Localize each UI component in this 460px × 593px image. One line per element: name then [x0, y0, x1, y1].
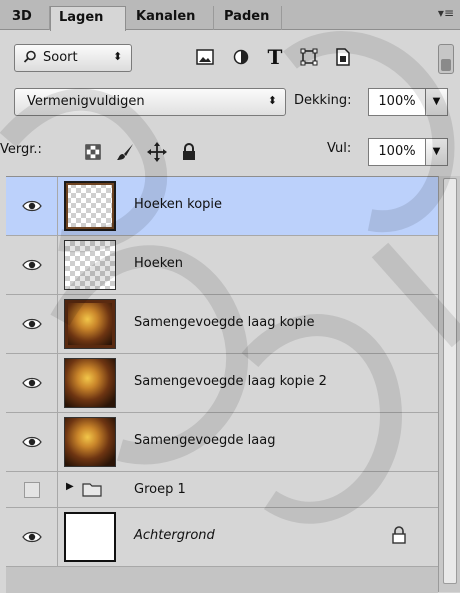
panel-tab-bar: 3D Lagen Kanalen Paden ▾≡	[0, 0, 460, 31]
layer-group-row[interactable]: ▶ Groep 1	[6, 472, 438, 508]
layer-row[interactable]: Hoeken	[6, 236, 438, 295]
eye-icon[interactable]	[6, 508, 58, 566]
lock-label: Vergr.:	[0, 142, 42, 157]
select-arrows-icon: ⬍	[267, 94, 277, 107]
layer-name[interactable]: Achtergrond	[134, 528, 215, 543]
folder-icon	[82, 482, 102, 501]
layer-name[interactable]: Samengevoegde laag kopie 2	[134, 374, 327, 389]
fill-label: Vul:	[327, 141, 352, 156]
layer-row[interactable]: Samengevoegde laag	[6, 413, 438, 472]
eye-icon[interactable]	[6, 354, 58, 412]
fill-dropdown-button[interactable]: ▼	[426, 138, 448, 166]
visibility-toggle[interactable]	[6, 472, 58, 507]
adjustment-filter-icon[interactable]	[228, 43, 254, 71]
panel-menu-icon[interactable]: ▾≡	[438, 6, 454, 20]
lock-bar: Vergr.: Vul: 100% ▼	[0, 130, 460, 170]
layer-name[interactable]: Samengevoegde laag kopie	[134, 315, 314, 330]
layer-row[interactable]: Samengevoegde laag kopie	[6, 295, 438, 354]
layer-thumbnail[interactable]	[64, 512, 116, 562]
filter-kind-label: Soort	[43, 50, 78, 65]
fill-input[interactable]: 100%	[368, 138, 426, 166]
empty-visibility-box	[23, 481, 40, 498]
blend-mode-value: Vermenigvuldigen	[27, 94, 145, 109]
opacity-label: Dekking:	[294, 93, 352, 108]
tab-paden[interactable]: Paden	[216, 6, 282, 30]
filter-kind-select[interactable]: Soort ⬍	[14, 44, 132, 72]
layers-scrollbar[interactable]	[438, 176, 460, 592]
lock-transparent-icon[interactable]	[80, 138, 106, 166]
lock-icon	[392, 526, 406, 548]
shape-filter-icon[interactable]	[296, 43, 322, 71]
eye-icon[interactable]	[6, 236, 58, 294]
eye-icon[interactable]	[6, 295, 58, 353]
layer-thumbnail[interactable]	[64, 181, 116, 231]
filter-bar: Soort ⬍ T	[0, 30, 460, 78]
layer-thumbnail[interactable]	[64, 358, 116, 408]
layer-thumbnail[interactable]	[64, 240, 116, 290]
eye-icon[interactable]	[6, 177, 58, 235]
layers-list: Hoeken kopie Hoeken Samengevoegde laag k…	[6, 176, 438, 593]
layer-thumbnail[interactable]	[64, 299, 116, 349]
layer-row[interactable]: Hoeken kopie	[6, 177, 438, 236]
tab-3d[interactable]: 3D	[4, 6, 50, 30]
blend-bar: Vermenigvuldigen ⬍ Dekking: 100% ▼	[0, 80, 460, 120]
opacity-input[interactable]: 100%	[368, 88, 426, 116]
type-filter-icon[interactable]: T	[262, 43, 288, 71]
eye-icon[interactable]	[6, 413, 58, 471]
opacity-dropdown-button[interactable]: ▼	[426, 88, 448, 116]
image-filter-icon[interactable]	[192, 43, 218, 71]
layer-name[interactable]: Samengevoegde laag	[134, 433, 275, 448]
tab-lagen[interactable]: Lagen	[50, 6, 126, 31]
smart-object-filter-icon[interactable]	[330, 43, 356, 71]
layer-name[interactable]: Hoeken kopie	[134, 197, 222, 212]
tab-kanalen[interactable]: Kanalen	[128, 6, 214, 30]
lock-pixels-icon[interactable]	[112, 138, 138, 166]
layer-name[interactable]: Groep 1	[134, 482, 186, 497]
select-arrows-icon: ⬍	[113, 50, 123, 63]
layer-row[interactable]: Samengevoegde laag kopie 2	[6, 354, 438, 413]
blend-mode-select[interactable]: Vermenigvuldigen ⬍	[14, 88, 286, 116]
layer-name[interactable]: Hoeken	[134, 256, 183, 271]
layer-row[interactable]: Achtergrond	[6, 508, 438, 567]
lock-position-icon[interactable]	[144, 138, 170, 166]
filter-toggle-switch[interactable]	[438, 44, 454, 74]
layers-empty-area	[6, 567, 438, 593]
search-icon	[23, 50, 37, 68]
layer-thumbnail[interactable]	[64, 417, 116, 467]
expand-triangle-icon[interactable]: ▶	[66, 481, 74, 492]
lock-all-icon[interactable]	[176, 138, 202, 166]
